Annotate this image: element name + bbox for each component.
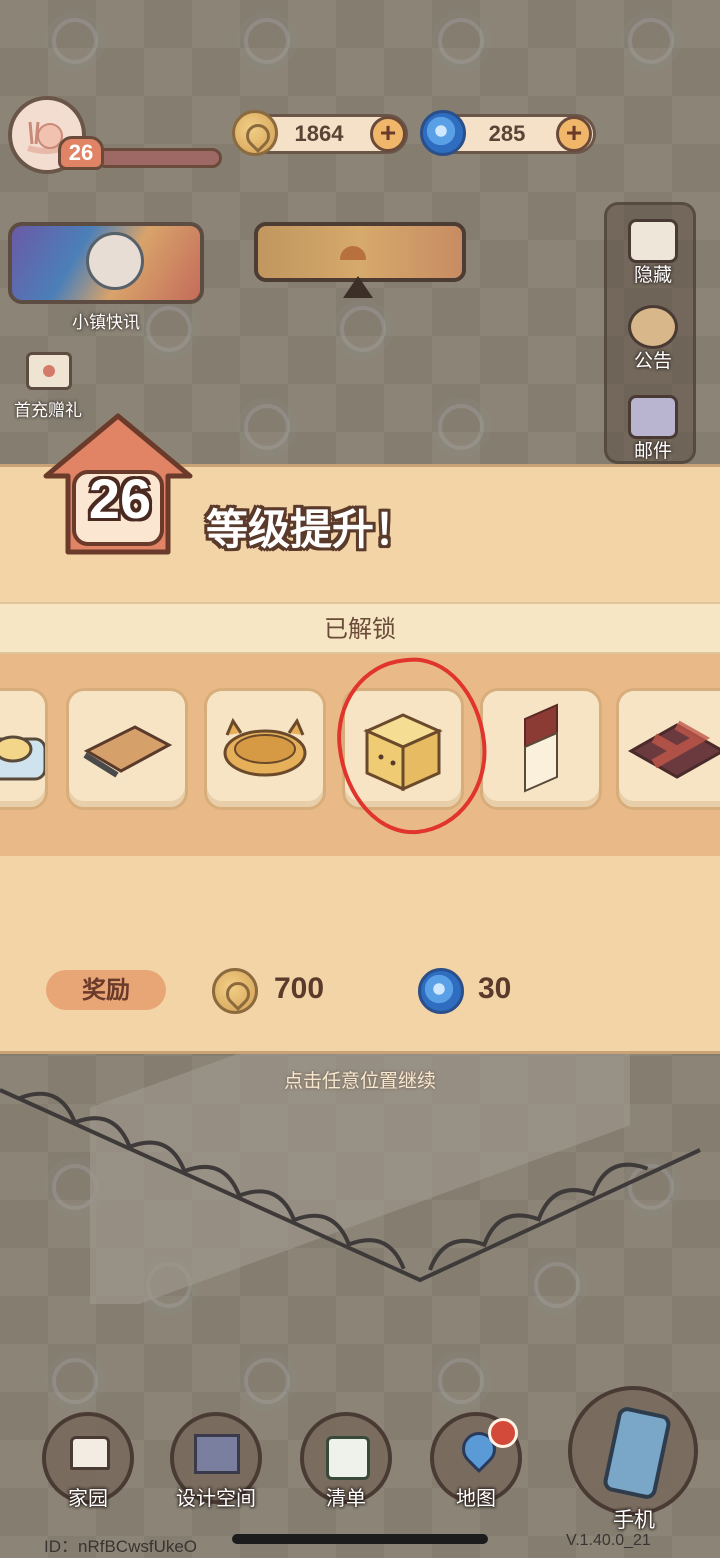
unlocked-header: 已解锁 xyxy=(0,602,720,654)
cutting-board-icon xyxy=(83,725,173,778)
sun-decor-icon xyxy=(438,1358,484,1404)
reward-gem-value: 30 xyxy=(478,972,512,1005)
nav-home-button[interactable]: 家园 xyxy=(40,1412,136,1511)
nav-phone-button[interactable] xyxy=(568,1386,698,1516)
sun-decor-icon xyxy=(438,18,484,64)
sun-decor-icon xyxy=(244,18,290,64)
app-version: V.1.40.0_21 xyxy=(566,1532,651,1549)
hide-ui-button[interactable]: 隐藏 xyxy=(607,219,699,287)
coin-icon xyxy=(232,110,278,156)
pudding-plate-icon xyxy=(0,735,47,781)
reward-coin-icon xyxy=(212,968,258,1014)
wall-panel-icon xyxy=(524,703,558,793)
coin-value: 1864 xyxy=(294,121,344,146)
nav-home-label: 家园 xyxy=(68,1486,108,1510)
home-indicator[interactable] xyxy=(232,1534,488,1544)
level-number: 26 xyxy=(88,467,152,530)
frame-corners-icon xyxy=(628,219,678,263)
reward-gem-icon xyxy=(418,968,464,1014)
sun-decor-icon xyxy=(52,18,98,64)
hide-label: 隐藏 xyxy=(633,264,672,286)
nav-phone-label: 手机 xyxy=(613,1508,655,1532)
nav-list-button[interactable]: 清单 xyxy=(298,1412,394,1511)
character-portrait xyxy=(86,232,144,290)
sun-decor-icon xyxy=(438,404,484,450)
nav-design-label: 设计空间 xyxy=(176,1486,256,1510)
town-news-button[interactable] xyxy=(8,222,204,304)
banner-pointer-icon xyxy=(343,276,373,298)
unlocked-item[interactable] xyxy=(480,688,602,810)
sun-decor-icon xyxy=(52,1358,98,1404)
add-coins-button[interactable]: + xyxy=(370,116,406,152)
town-news-label: 小镇快讯 xyxy=(72,313,140,333)
reward-coin-value: 700 xyxy=(274,972,325,1005)
checker-rug-icon xyxy=(627,720,720,779)
notice-label: 公告 xyxy=(633,350,672,372)
level-up-title: 等级提升！ xyxy=(206,505,417,554)
nav-list-label: 清单 xyxy=(326,1486,366,1510)
unlocked-item[interactable] xyxy=(204,688,326,810)
gem-icon xyxy=(420,110,466,156)
cat-bowl-icon xyxy=(223,717,307,777)
event-banner[interactable] xyxy=(254,222,466,282)
xp-progress-bar xyxy=(96,148,222,168)
notification-dot xyxy=(488,1418,518,1448)
gem-value: 285 xyxy=(488,121,526,146)
mail-button[interactable]: 邮件 xyxy=(607,395,699,463)
sun-decor-icon xyxy=(340,306,386,352)
add-gems-button[interactable]: + xyxy=(556,116,592,152)
player-level-badge: 26 xyxy=(58,136,104,170)
player-id: ID：nRfBCwsfUkeO xyxy=(44,1537,198,1556)
nav-design-button[interactable]: 设计空间 xyxy=(168,1412,264,1511)
envelope-icon xyxy=(628,395,678,439)
mail-label: 邮件 xyxy=(633,440,672,462)
first-charge-gift-icon[interactable] xyxy=(26,352,72,390)
unlocked-item[interactable] xyxy=(616,688,720,810)
sun-decor-icon xyxy=(244,404,290,450)
sun-decor-icon xyxy=(628,18,674,64)
phone-icon xyxy=(601,1405,673,1501)
notice-button[interactable]: 公告 xyxy=(607,305,699,373)
tap-to-continue-hint[interactable]: 点击任意位置继续 xyxy=(0,1066,720,1093)
megaphone-icon xyxy=(628,305,678,349)
unlocked-item[interactable] xyxy=(0,688,48,810)
right-side-panel: 隐藏 公告 邮件 xyxy=(604,202,696,464)
unlocked-item[interactable] xyxy=(66,688,188,810)
sun-decor-icon xyxy=(244,1358,290,1404)
nav-map-label: 地图 xyxy=(456,1486,496,1510)
reward-label: 奖励 xyxy=(46,970,166,1010)
